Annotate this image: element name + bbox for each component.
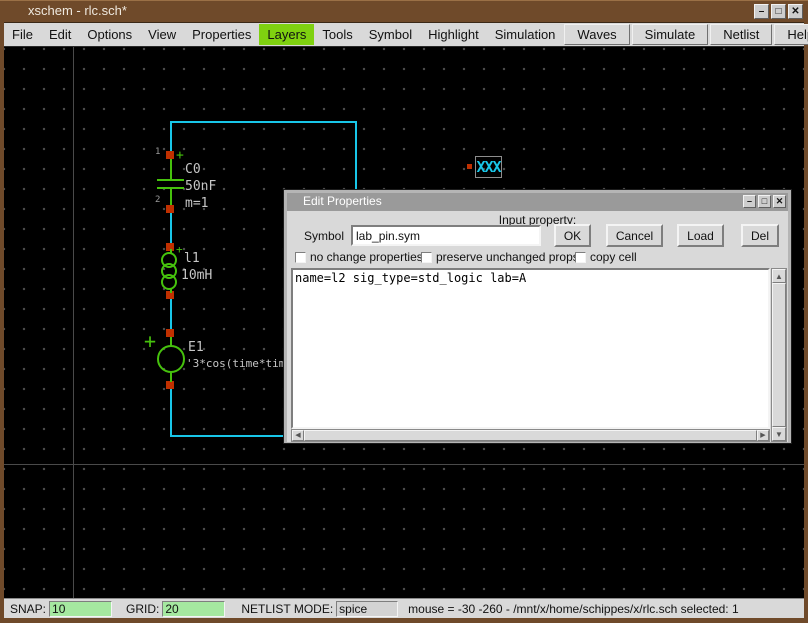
dialog-titlebar[interactable]: Edit Properties – □ ✕ bbox=[287, 193, 788, 211]
netlist-mode-label: NETLIST MODE: bbox=[241, 602, 333, 616]
close-icon[interactable]: ✕ bbox=[788, 4, 803, 19]
source-pin2-square bbox=[166, 381, 174, 389]
menu-bar: File Edit Options View Properties Layers… bbox=[4, 22, 804, 47]
scroll-right-icon[interactable]: ▶ bbox=[757, 430, 769, 441]
source-plus-mark: + bbox=[144, 329, 156, 353]
wire-ind-src[interactable] bbox=[170, 299, 172, 329]
snap-label: SNAP: bbox=[10, 602, 46, 616]
capacitor-name-label: C0 bbox=[185, 162, 201, 177]
no-change-properties-checkbox[interactable] bbox=[295, 252, 306, 263]
capacitor-plate-top bbox=[157, 179, 184, 181]
minimize-icon[interactable]: – bbox=[754, 4, 769, 19]
grid-axis-horizontal bbox=[4, 464, 804, 465]
menu-view[interactable]: View bbox=[140, 24, 184, 45]
maximize-icon[interactable]: □ bbox=[771, 4, 786, 19]
menu-options[interactable]: Options bbox=[79, 24, 140, 45]
snap-input[interactable] bbox=[49, 601, 112, 617]
capacitor-value-label: 50nF bbox=[185, 179, 216, 194]
window-titlebar[interactable]: xschem - rlc.sch* – □ ✕ bbox=[0, 1, 808, 22]
grid-input[interactable] bbox=[162, 601, 225, 617]
scroll-left-icon[interactable]: ◀ bbox=[292, 430, 304, 441]
no-change-properties-label: no change properties bbox=[310, 250, 423, 264]
waves-button[interactable]: Waves bbox=[564, 24, 629, 45]
capacitor-pin1-number: 1 bbox=[155, 147, 160, 157]
window-title: xschem - rlc.sch* bbox=[28, 3, 127, 18]
inductor-plus-mark: + bbox=[176, 243, 183, 256]
wire-cap-top[interactable] bbox=[170, 121, 172, 151]
help-button[interactable]: Help bbox=[774, 24, 808, 45]
symbol-label: Symbol bbox=[304, 229, 344, 243]
edit-properties-dialog: Edit Properties – □ ✕ Input property: Sy… bbox=[283, 189, 792, 444]
capacitor-pin1-square bbox=[166, 151, 174, 159]
capacitor-mult-label: m=1 bbox=[185, 196, 208, 211]
property-textarea[interactable]: name=l2 sig_type=std_logic lab=A bbox=[291, 268, 770, 429]
symbol-input[interactable] bbox=[351, 225, 541, 246]
menu-edit[interactable]: Edit bbox=[41, 24, 79, 45]
dialog-title: Edit Properties bbox=[303, 194, 382, 208]
menu-file[interactable]: File bbox=[4, 24, 41, 45]
preserve-unchanged-props-label: preserve unchanged props bbox=[436, 250, 579, 264]
grid-axis-vertical bbox=[73, 47, 74, 599]
simulate-button[interactable]: Simulate bbox=[632, 24, 709, 45]
capacitor-plus-mark: + bbox=[176, 148, 184, 163]
menu-tools[interactable]: Tools bbox=[314, 24, 360, 45]
vertical-scrollbar-thumb[interactable] bbox=[772, 283, 786, 427]
preserve-unchanged-props-checkbox[interactable] bbox=[421, 252, 432, 263]
copy-cell-checkbox[interactable] bbox=[575, 252, 586, 263]
grid-label: GRID: bbox=[126, 602, 159, 616]
status-bar: SNAP: GRID: NETLIST MODE: mouse = -30 -2… bbox=[4, 598, 804, 618]
menu-properties[interactable]: Properties bbox=[184, 24, 259, 45]
capacitor-lead-bottom bbox=[170, 189, 172, 205]
netlist-button[interactable]: Netlist bbox=[710, 24, 772, 45]
wire-src-bottom[interactable] bbox=[170, 389, 172, 435]
source-name-label: E1 bbox=[188, 340, 204, 355]
copy-cell-label: copy cell bbox=[590, 250, 637, 264]
scroll-down-icon[interactable]: ▼ bbox=[772, 427, 786, 441]
menu-highlight[interactable]: Highlight bbox=[420, 24, 487, 45]
source-circle bbox=[157, 345, 185, 373]
del-button[interactable]: Del bbox=[741, 224, 779, 247]
vertical-scrollbar[interactable]: ▲ ▼ bbox=[771, 268, 787, 442]
menu-layers[interactable]: Layers bbox=[259, 24, 314, 45]
source-pin1-square bbox=[166, 329, 174, 337]
netlist-mode-input[interactable] bbox=[336, 601, 398, 617]
source-lead-bottom bbox=[170, 372, 172, 382]
menu-symbol[interactable]: Symbol bbox=[361, 24, 420, 45]
inductor-value-label: 10mH bbox=[181, 268, 212, 283]
horizontal-scrollbar-thumb[interactable] bbox=[304, 430, 757, 441]
capacitor-pin2-number: 2 bbox=[155, 195, 160, 205]
dialog-body: Input property: Symbol OK Cancel Load De… bbox=[287, 211, 788, 442]
cancel-button[interactable]: Cancel bbox=[606, 224, 663, 247]
dialog-maximize-icon[interactable]: □ bbox=[758, 195, 771, 208]
mouse-status-text: mouse = -30 -260 - /mnt/x/home/schippes/… bbox=[408, 602, 738, 616]
xschem-window: xschem - rlc.sch* – □ ✕ File Edit Option… bbox=[0, 0, 808, 623]
wire-cap-ind[interactable] bbox=[170, 213, 172, 243]
net-label-pin-square bbox=[467, 164, 472, 169]
net-label-text[interactable]: XXX bbox=[475, 156, 502, 178]
capacitor-lead-top bbox=[170, 159, 172, 179]
dialog-close-icon[interactable]: ✕ bbox=[773, 195, 786, 208]
ok-button[interactable]: OK bbox=[554, 224, 591, 247]
menu-simulation[interactable]: Simulation bbox=[487, 24, 564, 45]
capacitor-pin2-square bbox=[166, 205, 174, 213]
scroll-up-icon[interactable]: ▲ bbox=[772, 269, 786, 283]
dialog-minimize-icon[interactable]: – bbox=[743, 195, 756, 208]
source-value-label: '3*cos(time*time*time* bbox=[186, 357, 283, 370]
wire-top[interactable] bbox=[170, 121, 357, 123]
horizontal-scrollbar[interactable]: ◀ ▶ bbox=[291, 429, 770, 442]
load-button[interactable]: Load bbox=[677, 224, 724, 247]
schematic-canvas[interactable]: 1 2 + C0 50nF m=1 + l1 10mH bbox=[4, 47, 804, 599]
inductor-name-label: l1 bbox=[184, 251, 200, 266]
